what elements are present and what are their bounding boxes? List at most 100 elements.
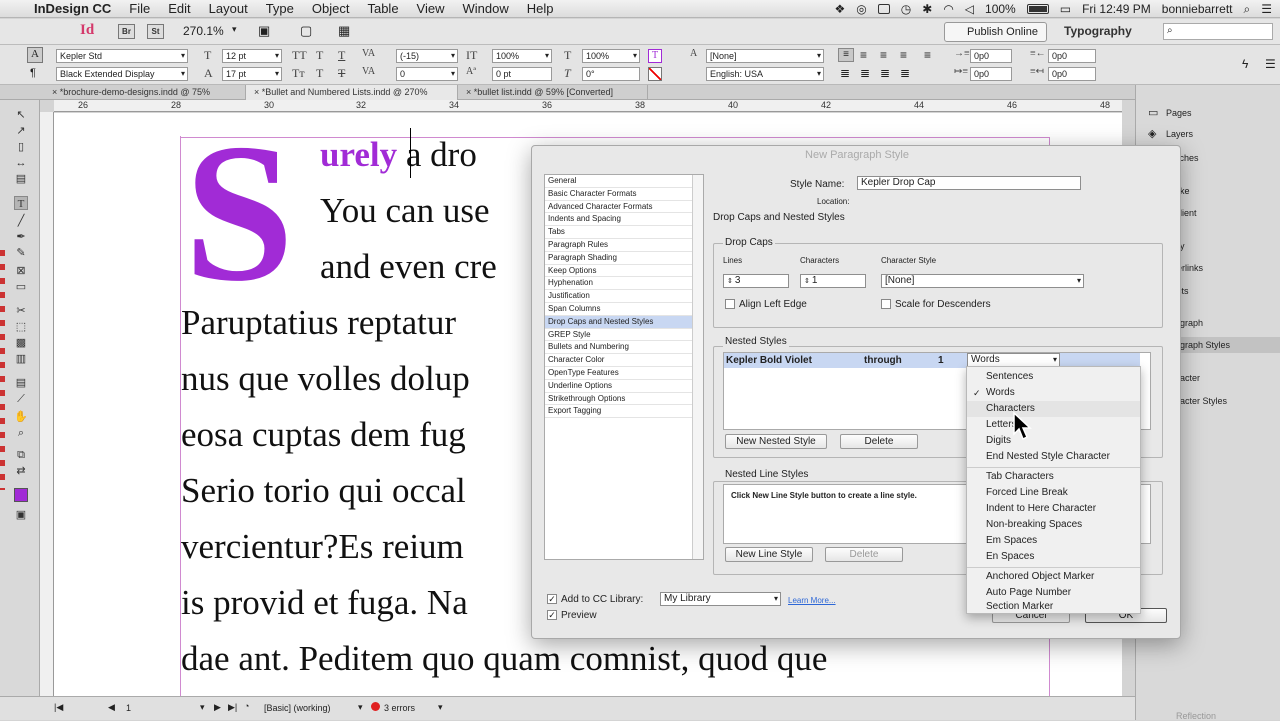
note-tool-icon[interactable]: ▤ [14, 376, 28, 390]
menu-item-em-spaces[interactable]: Em Spaces [967, 533, 1140, 549]
gradient-swatch-tool-icon[interactable]: ▩ [14, 336, 28, 350]
search-input[interactable]: ⌕ [1163, 23, 1273, 40]
learn-more-link[interactable]: Learn More... [788, 596, 836, 605]
pencil-tool-icon[interactable]: ✎ [14, 246, 28, 260]
menu-file[interactable]: File [129, 1, 150, 16]
stock-button[interactable]: St [147, 24, 164, 39]
menu-item-anchored-object[interactable]: Anchored Object Marker [967, 569, 1140, 585]
category-item[interactable]: Character Color [545, 354, 703, 367]
paragraph-formatting-icon[interactable]: ¶ [30, 67, 36, 79]
rectangle-frame-tool-icon[interactable]: ⊠ [14, 264, 28, 278]
scale-descenders-checkbox[interactable] [881, 299, 891, 309]
layers-icon[interactable]: ◈ [1148, 127, 1156, 140]
skew-field[interactable]: 0° [582, 67, 640, 81]
battery-icon[interactable] [1026, 4, 1049, 14]
align-right-icon[interactable]: ≡ [880, 48, 887, 62]
text-line-2[interactable]: You can use [320, 191, 490, 231]
menu-item-characters[interactable]: Characters [967, 401, 1140, 417]
menu-type[interactable]: Type [266, 1, 294, 16]
tab-close-icon[interactable]: × [254, 87, 262, 97]
category-item[interactable]: Hyphenation [545, 277, 703, 291]
type-tool-icon[interactable]: T [14, 196, 28, 210]
first-line-indent-field[interactable]: 0p0 [970, 67, 1012, 81]
errors-dropdown-icon[interactable]: ▾ [438, 702, 443, 713]
menu-object[interactable]: Object [312, 1, 350, 16]
justify-center-icon[interactable]: ≣ [860, 66, 870, 80]
category-item[interactable]: Bullets and Numbering [545, 341, 703, 355]
wifi-icon[interactable]: ◠ [943, 2, 953, 16]
menu-item-en-spaces[interactable]: En Spaces [967, 549, 1140, 565]
page-dropdown-icon[interactable]: ▾ [200, 702, 205, 713]
tab-close-icon[interactable]: × [52, 87, 60, 97]
character-style-field[interactable]: [None] [706, 49, 824, 63]
strikethrough-icon[interactable]: T [338, 66, 345, 81]
menu-item-forced-line-break[interactable]: Forced Line Break [967, 485, 1140, 501]
menu-table[interactable]: Table [367, 1, 398, 16]
panel-menu-icon[interactable]: ☰ [1265, 57, 1276, 71]
menu-app-name[interactable]: InDesign CC [34, 1, 111, 16]
nested-style-name[interactable]: Kepler Bold Violet [726, 353, 812, 368]
underline-icon[interactable]: T [338, 48, 345, 63]
menu-window[interactable]: Window [463, 1, 509, 16]
drop-cap-lines-input[interactable]: ⇕ 3 [723, 274, 789, 288]
justify-all-icon[interactable]: ≣ [900, 66, 910, 80]
align-left-edge-checkbox[interactable] [725, 299, 735, 309]
text-line-9[interactable]: is provid et fuga. Na [181, 583, 468, 623]
category-item[interactable]: Indents and Spacing [545, 213, 703, 227]
direct-selection-tool-icon[interactable]: ↗ [14, 124, 28, 138]
menu-edit[interactable]: Edit [168, 1, 190, 16]
drop-cap-letter[interactable]: S [184, 114, 294, 312]
text-line-10[interactable]: dae ant. Peditem quo quam comnist, quod … [181, 639, 827, 679]
subscript-icon[interactable]: T [316, 66, 323, 81]
free-transform-tool-icon[interactable]: ⬚ [14, 320, 28, 334]
category-item[interactable]: Paragraph Rules [545, 239, 703, 252]
text-stroke-swatch-icon[interactable] [648, 67, 662, 81]
category-item[interactable]: OpenType Features [545, 367, 703, 380]
notification-icon[interactable]: ☰ [1261, 2, 1272, 16]
rectangle-tool-icon[interactable]: ▭ [14, 280, 28, 294]
last-page-icon[interactable]: ▶| [228, 702, 237, 713]
nested-style-count[interactable]: 1 [938, 353, 944, 368]
category-item[interactable]: Strikethrough Options [545, 393, 703, 406]
pen-tool-icon[interactable]: ✒ [14, 230, 28, 244]
vertical-scale-field[interactable]: 100% [492, 49, 552, 63]
delete-nested-style-button[interactable]: Delete [840, 434, 918, 449]
bridge-button[interactable]: Br [118, 24, 135, 39]
tab-close-icon[interactable]: × [466, 87, 474, 97]
page-number[interactable]: 1 [126, 703, 131, 713]
font-family-field[interactable]: Kepler Std [56, 49, 188, 63]
style-name-input[interactable]: Kepler Drop Cap [857, 176, 1081, 190]
font-style-field[interactable]: Black Extended Display [56, 67, 188, 81]
prev-page-icon[interactable]: ◀ [108, 702, 115, 713]
workspace-switcher[interactable]: Typography [1064, 24, 1132, 38]
cc-library-select[interactable]: My Library [660, 592, 781, 606]
zoom-dropdown-icon[interactable]: ▾ [232, 24, 237, 35]
menu-item-letters[interactable]: Letters [967, 417, 1140, 433]
fill-color-icon[interactable] [14, 488, 28, 502]
pages-icon[interactable]: ▭ [1148, 106, 1158, 119]
new-line-style-button[interactable]: New Line Style [725, 547, 813, 562]
dropbox-icon[interactable]: ❖ [835, 2, 846, 16]
justify-left-icon[interactable]: ≣ [840, 66, 850, 80]
text-line-8[interactable]: vercientur?Es reium [181, 527, 464, 567]
align-center-icon[interactable]: ≡ [860, 48, 867, 62]
text-fill-swatch-icon[interactable]: T [648, 49, 662, 63]
align-left-icon[interactable]: ≡ [838, 48, 854, 62]
new-nested-style-button[interactable]: New Nested Style [725, 434, 827, 449]
nested-style-unit-select[interactable]: Words [967, 353, 1060, 367]
quick-apply-icon[interactable]: ϟ [1242, 57, 1248, 71]
category-item[interactable]: Basic Character Formats [545, 188, 703, 201]
selection-tool-icon[interactable]: ↖ [14, 108, 28, 122]
content-collector-icon[interactable]: ▤ [14, 172, 28, 186]
display-icon[interactable] [877, 4, 890, 14]
drop-cap-characters-input[interactable]: ⇕ 1 [800, 274, 866, 288]
leading-field[interactable]: 17 pt [222, 67, 282, 81]
menu-item-tab-characters[interactable]: Tab Characters [967, 469, 1140, 485]
align-towards-spine-icon[interactable]: ≡ [900, 48, 907, 62]
dialog-title[interactable]: New Paragraph Style [532, 146, 1182, 164]
align-away-spine-icon[interactable]: ≡ [924, 48, 931, 62]
hand-tool-icon[interactable]: ✋ [14, 410, 28, 424]
menu-item-nonbreaking-spaces[interactable]: Non-breaking Spaces [967, 517, 1140, 533]
open-page-icon[interactable]: ◔ [244, 701, 249, 711]
spotlight-icon[interactable]: ⌕ [1244, 2, 1251, 17]
